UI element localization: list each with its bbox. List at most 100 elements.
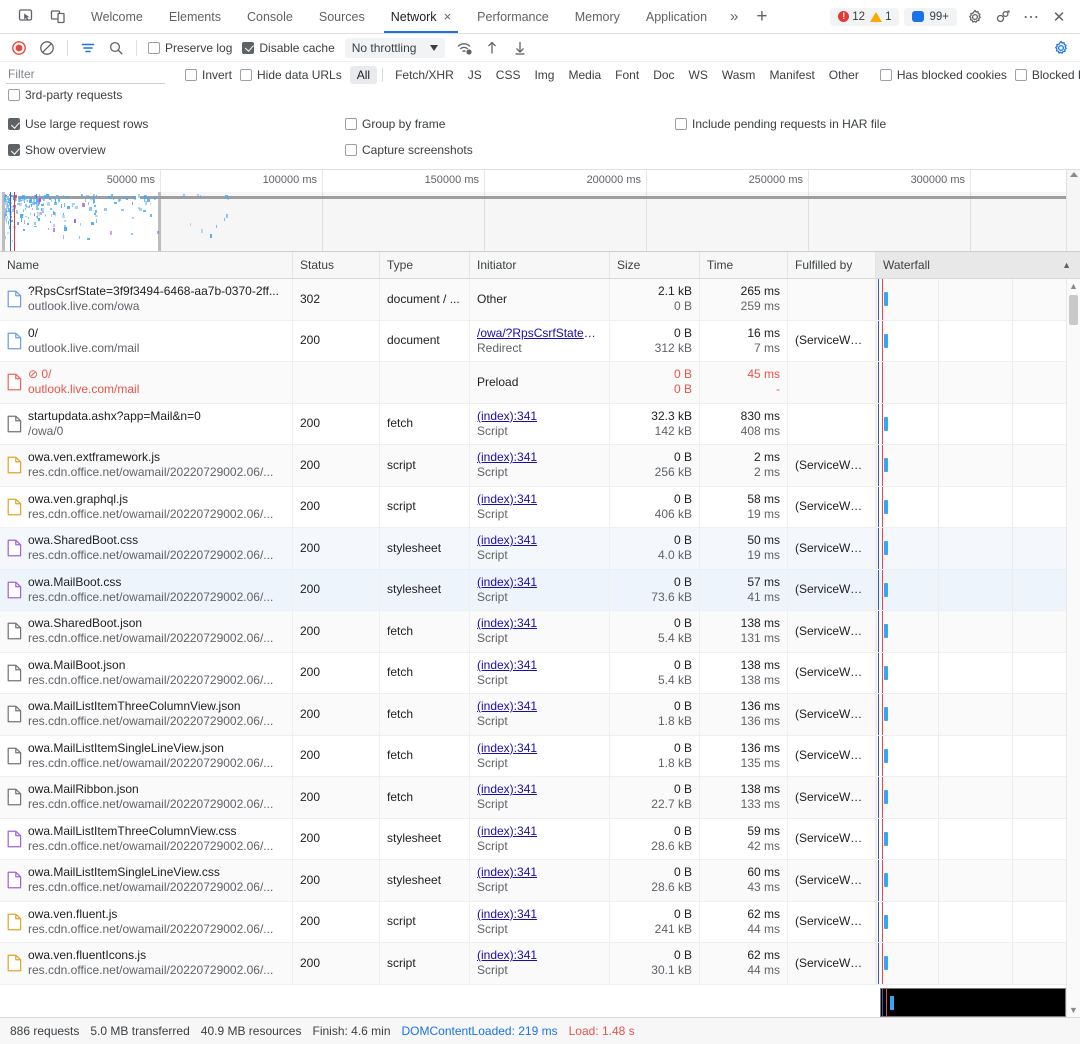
scrollbar-thumb[interactable] (1069, 295, 1078, 325)
cell-name[interactable]: owa.ven.fluent.js res.cdn.office.net/owam… (0, 901, 293, 942)
initiator-source[interactable]: (index):341 (477, 533, 602, 548)
more-tabs-icon[interactable]: » (720, 0, 748, 33)
cell-name[interactable]: owa.ven.graphql.js res.cdn.office.net/owa… (0, 486, 293, 527)
initiator-source[interactable]: (index):341 (477, 824, 602, 839)
initiator-source[interactable]: (index):341 (477, 409, 602, 424)
device-toolbar-icon[interactable] (44, 4, 72, 30)
waterfall-bar[interactable] (884, 873, 888, 888)
table-row[interactable]: owa.SharedBoot.css res.cdn.office.net/owa… (0, 528, 1080, 570)
column-header-size[interactable]: Size (610, 252, 700, 278)
capture-screenshots-checkbox[interactable]: Capture screenshots (345, 143, 675, 157)
tab-elements[interactable]: Elements (156, 0, 234, 33)
table-row[interactable]: owa.MailBoot.css res.cdn.office.net/owama… (0, 569, 1080, 611)
table-row[interactable]: owa.MailListItemThreeColumnView.css res.c… (0, 818, 1080, 860)
filter-input[interactable] (6, 65, 165, 84)
waterfall-bar[interactable] (884, 914, 888, 929)
initiator-source[interactable]: (index):341 (477, 741, 602, 756)
column-header-initiator[interactable]: Initiator (470, 252, 610, 278)
inspect-element-icon[interactable] (12, 4, 40, 30)
clear-button[interactable] (34, 36, 60, 60)
add-tab-icon[interactable]: + (748, 0, 775, 33)
search-icon[interactable] (103, 36, 129, 60)
initiator-source[interactable]: /owa/?RpsCsrfState=3f... (477, 326, 602, 341)
waterfall-bar[interactable] (884, 499, 888, 514)
type-filter-fetch-xhr[interactable]: Fetch/XHR (388, 66, 461, 84)
network-overview[interactable]: 50000 ms 100000 ms 150000 ms 200000 ms 2… (0, 170, 1080, 252)
table-row[interactable]: startupdata.ashx?app=Mail&n=0/owa/0 200 fe… (0, 403, 1080, 445)
tab-application[interactable]: Application (633, 0, 720, 33)
gear-icon[interactable] (962, 4, 988, 30)
record-button[interactable] (6, 36, 32, 60)
scroll-up-icon[interactable]: ▲ (1067, 281, 1080, 291)
table-row[interactable]: owa.MailListItemSingleLineView.css res.cd… (0, 860, 1080, 902)
table-row[interactable]: owa.ven.graphql.js res.cdn.office.net/owa… (0, 486, 1080, 528)
type-filter-all[interactable]: All (349, 65, 378, 84)
cell-name[interactable]: owa.MailBoot.css res.cdn.office.net/owama… (0, 569, 293, 610)
table-row[interactable]: owa.ven.fluentIcons.js res.cdn.office.net… (0, 943, 1080, 985)
cell-name[interactable]: owa.SharedBoot.json res.cdn.office.net/ow… (0, 611, 293, 652)
third-party-requests-checkbox[interactable]: 3rd-party requests (8, 88, 126, 102)
column-header-time[interactable]: Time (700, 252, 788, 278)
cell-name[interactable]: ⊘ 0/outlook.live.com/mail (0, 362, 293, 403)
cell-name[interactable]: owa.SharedBoot.css res.cdn.office.net/owa… (0, 528, 293, 569)
type-filter-css[interactable]: CSS (489, 66, 528, 84)
tab-console[interactable]: Console (234, 0, 306, 33)
cell-name[interactable]: owa.MailRibbon.json res.cdn.office.net/ow… (0, 777, 293, 818)
cell-name[interactable]: owa.MailListItemThreeColumnView.css res.c… (0, 818, 293, 859)
table-row[interactable]: owa.MailListItemThreeColumnView.json res.… (0, 694, 1080, 736)
type-filter-ws[interactable]: WS (682, 66, 715, 84)
invert-checkbox[interactable]: Invert (181, 68, 236, 82)
type-filter-media[interactable]: Media (561, 66, 608, 84)
table-row[interactable]: ?RpsCsrfState=3f9f3494-6468-aa7b-0370-2f… (0, 279, 1080, 321)
throttling-dropdown[interactable]: No throttling (344, 37, 446, 58)
hide-data-urls-checkbox[interactable]: Hide data URLs (236, 68, 346, 82)
initiator-source[interactable]: (index):341 (477, 782, 602, 797)
network-settings-gear-icon[interactable] (1048, 35, 1074, 61)
tab-performance[interactable]: Performance (464, 0, 562, 33)
initiator-source[interactable]: (index):341 (477, 907, 602, 922)
tab-sources[interactable]: Sources (306, 0, 378, 33)
export-har-icon[interactable] (507, 36, 533, 60)
initiator-source[interactable]: (index):341 (477, 948, 602, 963)
type-filter-doc[interactable]: Doc (646, 66, 681, 84)
scroll-up-icon[interactable] (1070, 172, 1078, 177)
show-overview-checkbox[interactable]: Show overview (8, 143, 345, 157)
include-pending-har-checkbox[interactable]: Include pending requests in HAR file (675, 117, 1080, 131)
waterfall-bar[interactable] (884, 458, 888, 473)
group-by-frame-checkbox[interactable]: Group by frame (345, 117, 675, 131)
close-devtools-icon[interactable]: ✕ (1046, 4, 1072, 30)
scroll-down-icon[interactable]: ▼ (1067, 1005, 1080, 1015)
tab-network[interactable]: Network × (378, 0, 464, 33)
waterfall-bar[interactable] (884, 707, 888, 722)
tab-memory[interactable]: Memory (562, 0, 633, 33)
table-row[interactable]: owa.MailRibbon.json res.cdn.office.net/ow… (0, 777, 1080, 819)
blocked-requests-checkbox[interactable]: Blocked Requests (1011, 68, 1080, 82)
waterfall-bar[interactable] (883, 416, 888, 431)
type-filter-js[interactable]: JS (461, 66, 489, 84)
cell-name[interactable]: owa.ven.extframework.js res.cdn.office.ne… (0, 445, 293, 486)
waterfall-bar[interactable] (884, 956, 888, 971)
cell-name[interactable]: owa.MailBoot.json res.cdn.office.net/owam… (0, 652, 293, 693)
waterfall-bar[interactable] (884, 624, 888, 639)
table-row[interactable]: 0/outlook.live.com/mail 200 document/owa/?… (0, 320, 1080, 362)
messages-counter[interactable]: 99+ (904, 7, 957, 26)
preserve-log-checkbox[interactable]: Preserve log (144, 41, 236, 55)
column-header-waterfall[interactable]: Waterfall ▲ (876, 252, 1080, 278)
more-options-icon[interactable]: ⋯ (1018, 4, 1044, 30)
type-filter-font[interactable]: Font (608, 66, 646, 84)
initiator-source[interactable]: (index):341 (477, 865, 602, 880)
column-header-type[interactable]: Type (380, 252, 470, 278)
initiator-source[interactable]: (index):341 (477, 616, 602, 631)
initiator-source[interactable]: (index):341 (477, 575, 602, 590)
cell-name[interactable]: owa.MailListItemSingleLineView.json res.c… (0, 735, 293, 776)
table-row[interactable]: owa.MailBoot.json res.cdn.office.net/owam… (0, 652, 1080, 694)
table-row[interactable]: owa.ven.extframework.js res.cdn.office.ne… (0, 445, 1080, 487)
filter-toggle-icon[interactable] (75, 36, 101, 60)
table-row[interactable]: owa.SharedBoot.json res.cdn.office.net/ow… (0, 611, 1080, 653)
waterfall-bar[interactable] (884, 831, 888, 846)
table-row[interactable]: owa.MailListItemSingleLineView.json res.c… (0, 735, 1080, 777)
cell-name[interactable]: owa.MailListItemThreeColumnView.json res.… (0, 694, 293, 735)
type-filter-manifest[interactable]: Manifest (762, 66, 821, 84)
type-filter-other[interactable]: Other (822, 66, 866, 84)
table-row[interactable]: owa.ven.fluent.js res.cdn.office.net/owam… (0, 901, 1080, 943)
